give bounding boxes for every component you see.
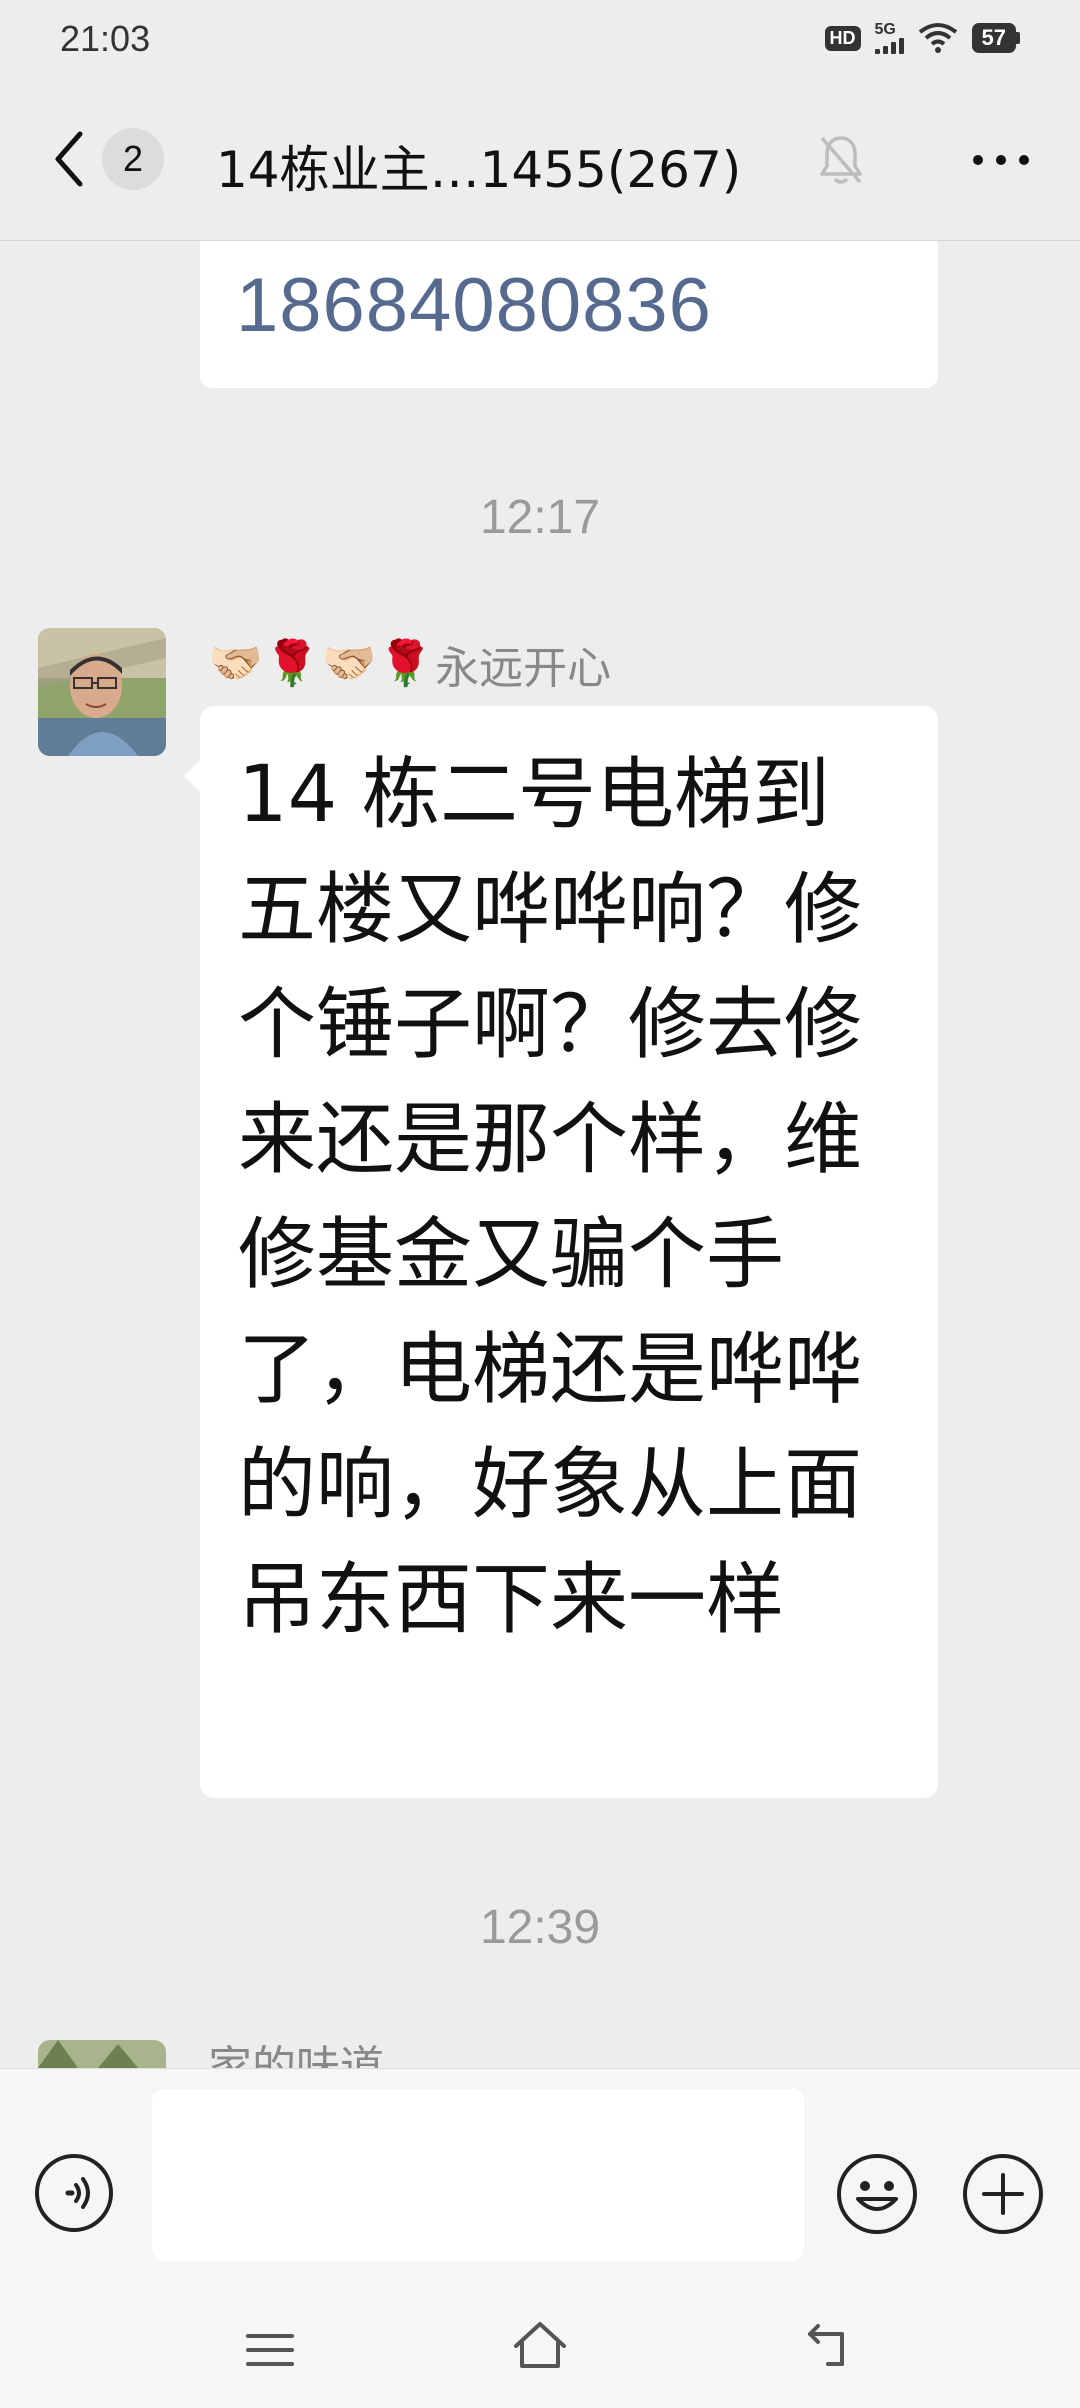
home-icon[interactable] bbox=[510, 2318, 570, 2374]
battery-icon: 57 bbox=[971, 23, 1020, 53]
message-input[interactable] bbox=[152, 2089, 804, 2261]
avatar[interactable] bbox=[38, 628, 166, 756]
time-separator: 12:39 bbox=[479, 1901, 601, 1954]
emoji-icon[interactable] bbox=[836, 2153, 918, 2235]
handshake-emoji: 🫱🏻‍🫲🏼 bbox=[321, 638, 377, 689]
input-bar bbox=[0, 2068, 1080, 2299]
rose-emoji: 🌹 bbox=[264, 638, 320, 689]
wifi-icon bbox=[918, 23, 957, 53]
menu-icon[interactable] bbox=[242, 2326, 298, 2374]
status-icons: HD 5G 57 bbox=[824, 21, 1020, 54]
chat-header: 2 14栋业主…1455(267) bbox=[0, 100, 1080, 241]
chat-title: 14栋业主…1455(267) bbox=[216, 141, 742, 199]
status-time: 21:03 bbox=[60, 18, 151, 59]
unread-count-badge[interactable]: 2 bbox=[102, 128, 164, 190]
chevron-left-icon[interactable] bbox=[46, 128, 96, 190]
voice-icon[interactable] bbox=[34, 2153, 114, 2233]
rose-emoji: 🌹 bbox=[378, 638, 434, 689]
more-dots-icon[interactable] bbox=[966, 130, 1036, 190]
signal-bars-icon bbox=[874, 38, 904, 54]
handshake-emoji: 🫱🏻‍🫲🏼 bbox=[208, 638, 263, 689]
back-icon[interactable] bbox=[798, 2320, 854, 2372]
sender-name: 🫱🏻‍🫲🏼 🌹 🫱🏻‍🫲🏼 🌹 永远开心 bbox=[208, 632, 611, 696]
message-text: 14 栋二号电梯到五楼又哗哗响？修个锤子啊？修去修来还是那个样，维修基金又骗个手… bbox=[238, 750, 863, 1645]
message-bubble[interactable]: 14 栋二号电梯到五楼又哗哗响？修个锤子啊？修去修来还是那个样，维修基金又骗个手… bbox=[184, 706, 938, 1798]
signal-icon: 5G bbox=[874, 21, 904, 54]
avatar[interactable] bbox=[38, 2040, 166, 2068]
battery-level: 57 bbox=[971, 23, 1016, 53]
bell-off-icon bbox=[820, 136, 862, 184]
sender-name-partial: 家的味道 bbox=[208, 2044, 384, 2068]
phone-number-link[interactable]: 18684080836 bbox=[236, 262, 712, 349]
plus-icon[interactable] bbox=[962, 2153, 1044, 2235]
hd-icon: HD bbox=[824, 25, 861, 51]
sender-name-text: 永远开心 bbox=[435, 643, 612, 694]
system-nav-bar bbox=[0, 2298, 1080, 2408]
time-separator: 12:17 bbox=[479, 491, 601, 544]
network-label: 5G bbox=[874, 21, 896, 38]
status-bar: 21:03 HD 5G 57 bbox=[0, 0, 1080, 90]
